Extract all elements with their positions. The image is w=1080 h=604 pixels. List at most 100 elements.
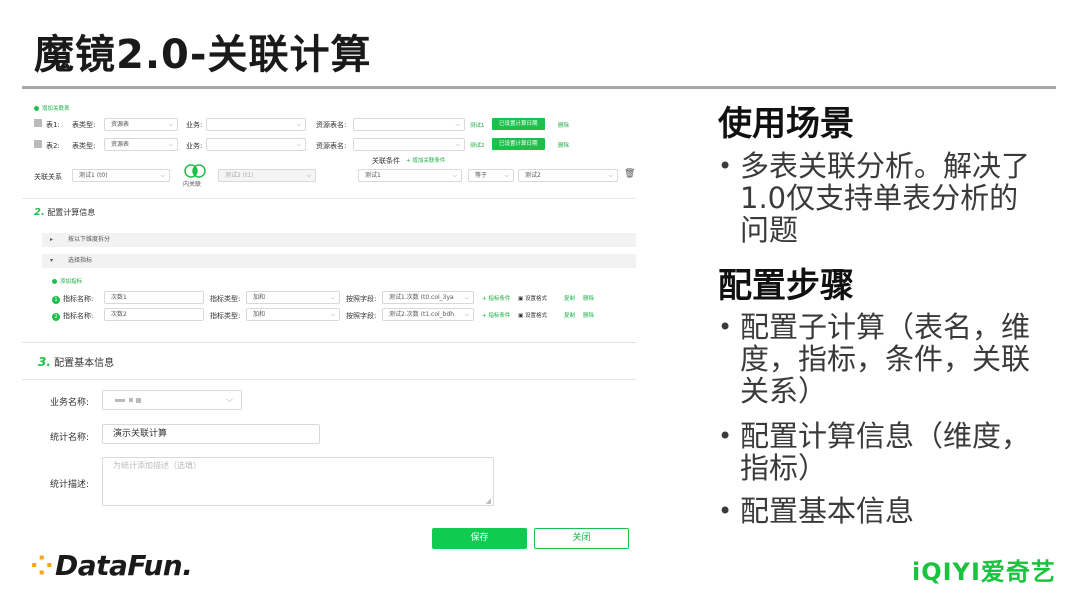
metric1-condition-link[interactable]: + 指标条件 bbox=[482, 294, 510, 302]
metric1-delete-link[interactable]: 删除 bbox=[583, 294, 594, 302]
metric1-format-link[interactable]: ▣ 设置格式 bbox=[518, 294, 547, 302]
add-join-table-link[interactable]: 增加关联表 bbox=[34, 104, 70, 112]
table1-alias: 测试1 bbox=[470, 123, 485, 129]
basic-info-panel: 3. 配置基本信息 业务名称: ⌵ 统计名称: 演示关联计算 统计描述: 为统计… bbox=[22, 342, 636, 516]
iqiyi-logo: iQIYI爱奇艺 bbox=[912, 558, 1056, 586]
chevron-down-icon: ⌵ bbox=[464, 294, 469, 301]
datafun-logo: ⁘DataFun. bbox=[30, 549, 193, 582]
step-bullet-3: • 配置基本信息 bbox=[718, 494, 915, 528]
usage-heading: 使用场景 bbox=[718, 104, 854, 144]
caret-right-icon: ▸ bbox=[50, 236, 54, 243]
stat-desc-textarea[interactable]: 为统计添加描述（选填） ◢ bbox=[102, 457, 494, 506]
metric2-name-input[interactable]: 次数2 bbox=[104, 308, 204, 321]
table-name-label: 资源表名: bbox=[316, 142, 347, 150]
section-divider bbox=[22, 198, 636, 199]
relation-left-select[interactable]: 测试1 (t0) ⌵ bbox=[72, 169, 170, 182]
metric1-copy-link[interactable]: 复制 bbox=[564, 294, 575, 302]
chevron-down-icon: ⌵ bbox=[160, 172, 165, 179]
section-divider bbox=[22, 379, 636, 380]
chevron-down-icon: ⌵ bbox=[306, 172, 311, 179]
chevron-down-icon: ⌵ bbox=[296, 121, 301, 128]
redacted-block bbox=[115, 399, 125, 402]
chevron-down-icon: ⌵ bbox=[452, 172, 457, 179]
join-condition-label: 关联条件 bbox=[372, 157, 400, 165]
table2-delete-link[interactable]: 删除 bbox=[558, 141, 569, 149]
table2-type-select[interactable]: 资源表 ⌵ bbox=[104, 138, 178, 151]
close-button[interactable]: 关闭 bbox=[534, 528, 629, 549]
condition-operator-select[interactable]: 等于 ⌵ bbox=[468, 169, 514, 182]
table-name-label: 资源表名: bbox=[316, 121, 347, 129]
section2-header: 2. 配置计算信息 bbox=[34, 207, 96, 218]
inner-join-label: 内关联 bbox=[183, 181, 202, 188]
metric-type-label: 指标类型: bbox=[210, 312, 241, 320]
table2-alias: 测试2 bbox=[470, 143, 485, 149]
step-bullet-1: • 配置子计算（表名，维 度，指标，条件，关联 关系） bbox=[718, 310, 1031, 408]
section3-header: 3. 配置基本信息 bbox=[38, 355, 115, 369]
metric2-delete-link[interactable]: 删除 bbox=[583, 311, 594, 319]
business-name-select[interactable]: ⌵ bbox=[102, 390, 242, 410]
metric2-type-select[interactable]: 加和 ⌵ bbox=[246, 308, 340, 321]
stat-name-label: 统计名称: bbox=[50, 433, 90, 443]
redacted-block bbox=[129, 398, 133, 402]
condition-right-select[interactable]: 测试2 ⌵ bbox=[518, 169, 618, 182]
redacted-block bbox=[136, 398, 141, 403]
metric-row-2-label: 2 指标名称: bbox=[52, 311, 93, 321]
table2-subcalc-button[interactable]: 已设置计算日期 bbox=[492, 138, 545, 150]
resize-handle-icon[interactable]: ◢ bbox=[486, 498, 491, 505]
metric1-name-input[interactable]: 次数1 bbox=[104, 291, 204, 304]
save-button[interactable]: 保存 bbox=[432, 528, 527, 549]
table1-type-select[interactable]: 资源表 ⌵ bbox=[104, 118, 178, 131]
add-metric-link[interactable]: 添加指标 bbox=[52, 277, 82, 285]
metric-row-1-label: 1 指标名称: bbox=[52, 294, 93, 304]
table1-delete-link[interactable]: 删除 bbox=[558, 121, 569, 129]
metric1-field-select[interactable]: 测试1.次数 (t0.col_3ya ⌵ bbox=[382, 291, 474, 304]
title-divider bbox=[22, 86, 1056, 89]
relation-label: 关联关系 bbox=[34, 173, 62, 181]
table1-name-select[interactable]: ⌵ bbox=[353, 118, 465, 131]
table1-subcalc-button[interactable]: 已设置计算日期 bbox=[492, 118, 545, 130]
stat-desc-label: 统计描述: bbox=[50, 480, 90, 490]
add-join-condition-link[interactable]: + 增加关联条件 bbox=[406, 156, 445, 164]
step-bullet-2: • 配置计算信息（维度， 指标） bbox=[718, 419, 1031, 485]
table-type-label: 表类型: bbox=[72, 142, 96, 150]
chevron-down-icon: ⌵ bbox=[168, 121, 173, 128]
relation-right-select[interactable]: 测试2 (t1) ⌵ bbox=[218, 169, 316, 182]
subcalc-config-panel: 增加关联表 表1: 表类型: 资源表 ⌵ 业务: ⌵ 资源表名: ⌵ 测试1 已设… bbox=[22, 95, 636, 325]
table2-business-select[interactable]: ⌵ bbox=[206, 138, 306, 151]
steps-heading: 配置步骤 bbox=[718, 266, 854, 306]
chevron-down-icon: ⌵ bbox=[608, 172, 613, 179]
trash-icon[interactable]: 🗑 bbox=[624, 169, 635, 179]
table-icon bbox=[34, 140, 42, 148]
table-type-label: 表类型: bbox=[72, 121, 96, 129]
by-field-label: 按照字段: bbox=[346, 295, 377, 303]
usage-bullet: • 多表关联分析。解决了 1.0仅支持单表分析的 问题 bbox=[718, 149, 1031, 247]
datafun-dots-icon: ⁘ bbox=[30, 549, 53, 582]
metric2-copy-link[interactable]: 复制 bbox=[564, 311, 575, 319]
chevron-down-icon: ⌵ bbox=[455, 141, 460, 148]
table2-label: 表2: bbox=[46, 142, 60, 150]
inner-join-venn-icon[interactable] bbox=[182, 164, 208, 178]
chevron-down-icon: ⌵ bbox=[296, 141, 301, 148]
chevron-down-icon: ⌵ bbox=[464, 311, 469, 318]
table2-name-select[interactable]: ⌵ bbox=[353, 138, 465, 151]
chevron-down-icon: ⌵ bbox=[330, 311, 335, 318]
chevron-down-icon: ⌵ bbox=[455, 121, 460, 128]
metric2-format-link[interactable]: ▣ 设置格式 bbox=[518, 311, 547, 319]
dimension-collapse-bar[interactable]: ▸ 按以下维度拆分 bbox=[42, 233, 636, 247]
table1-business-select[interactable]: ⌵ bbox=[206, 118, 306, 131]
business-label: 业务: bbox=[186, 142, 203, 150]
slide-title: 魔镜2.0-关联计算 bbox=[34, 32, 372, 78]
plus-circle-icon bbox=[34, 106, 39, 111]
condition-left-select[interactable]: 测试1 ⌵ bbox=[358, 169, 462, 182]
metric1-type-select[interactable]: 加和 ⌵ bbox=[246, 291, 340, 304]
metric2-field-select[interactable]: 测试2.次数 (t1.col_bdh ⌵ bbox=[382, 308, 474, 321]
plus-circle-icon bbox=[52, 279, 57, 284]
stat-name-input[interactable]: 演示关联计算 bbox=[102, 424, 320, 444]
business-name-label: 业务名称: bbox=[50, 398, 90, 408]
metric2-condition-link[interactable]: + 指标条件 bbox=[482, 311, 510, 319]
table-icon bbox=[34, 119, 42, 127]
metric-type-label: 指标类型: bbox=[210, 295, 241, 303]
metric-collapse-bar[interactable]: ▾ 选择指标 bbox=[42, 254, 636, 268]
chevron-down-icon: ⌵ bbox=[226, 395, 233, 405]
table1-label: 表1: bbox=[46, 121, 60, 129]
